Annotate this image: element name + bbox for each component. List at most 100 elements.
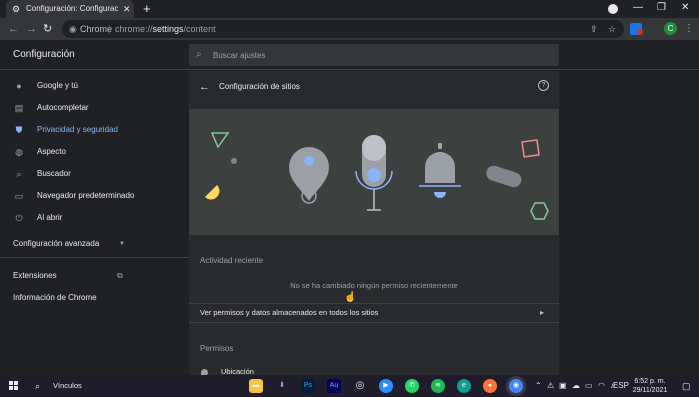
chrome-site-icon: ◉ (69, 24, 77, 34)
windows-taskbar: ⌕ Vínculos ▬ ⬇ Ps Au ◎ ▶ ✆ ≋ e ● ◉ ⌃ ⚠ ▣… (0, 375, 699, 397)
sidebar-item-label: Autocompletar (37, 103, 89, 112)
separator: | (108, 24, 111, 34)
tray-warning-icon[interactable]: ⚠ (547, 380, 554, 392)
sidebar-item-privacy[interactable]: ⛊ Privacidad y seguridad (0, 120, 180, 140)
sidebar-item-about[interactable]: Información de Chrome (13, 292, 97, 304)
tab-settings[interactable]: ⚙ Configuración: Configuración de ✕ (6, 0, 134, 18)
back-nav-icon[interactable]: ← (8, 21, 19, 37)
mouse-cursor-icon: ☝ (344, 292, 357, 303)
back-arrow-icon[interactable]: ← (199, 80, 210, 94)
sidebar-item-label: Navegador predeterminado (37, 191, 135, 200)
tray-app-icon[interactable]: ▣ (559, 380, 567, 392)
search-icon: ⌕ (196, 49, 202, 60)
close-tab-icon[interactable]: ✕ (123, 3, 131, 15)
media-control-icon[interactable] (608, 4, 618, 14)
settings-header: Configuración ⌕ (0, 40, 699, 70)
taskbar-search-text[interactable]: Vínculos (53, 380, 82, 392)
clock-time: 6:52 p. m. (634, 378, 666, 385)
page-title: Configuración (13, 49, 75, 60)
divider (0, 257, 189, 258)
chrome-taskbar-icon[interactable]: ◉ (509, 379, 523, 393)
profile-avatar[interactable]: C (664, 22, 677, 35)
location-permission-label[interactable]: Ubicación (221, 367, 254, 375)
browser-icon: ▭ (14, 191, 24, 201)
clock-date: 29/11/2021 (632, 387, 668, 394)
sidebar-item-advanced[interactable]: Configuración avanzada ▼ (13, 238, 133, 250)
view-permissions-row[interactable]: Ver permisos y datos almacenados en todo… (189, 303, 559, 323)
advanced-label: Configuración avanzada (13, 239, 100, 248)
person-icon: ● (16, 81, 22, 91)
sidebar-item-label: Buscador (37, 169, 71, 178)
gear-icon: ⚙ (12, 4, 21, 14)
triangle-shape (210, 132, 230, 149)
chevron-right-icon: ▸ (540, 308, 545, 317)
square-shape (521, 139, 540, 158)
dot-shape (231, 158, 237, 164)
tray-battery-icon[interactable]: ▭ (585, 380, 593, 392)
search-icon: ⌕ (16, 169, 22, 179)
search-input[interactable] (213, 48, 543, 62)
sidebar-item-autofill[interactable]: ▤ Autocompletar (0, 98, 180, 118)
half-circle-shape (205, 185, 220, 200)
notification-icon[interactable]: ▢ (682, 380, 691, 392)
windows-start-icon[interactable] (9, 381, 19, 391)
bookmark-star-icon[interactable]: ☆ (608, 22, 616, 36)
hexagon-shape (530, 202, 549, 220)
zoom-icon[interactable]: ▶ (379, 379, 393, 393)
autofill-icon: ▤ (14, 103, 24, 113)
photoshop-icon[interactable]: Ps (301, 379, 315, 393)
address-bar[interactable]: ◉ Chrome | chrome://settings/content ⇪ ☆ (62, 20, 624, 38)
panel-header: ← Configuración de sitios ? (189, 71, 559, 109)
menu-kebab-icon[interactable]: ⋮ (684, 22, 694, 36)
new-tab-button[interactable]: + (143, 1, 151, 17)
sidebar-item-on-startup[interactable]: ⏻ Al abrir (0, 208, 180, 228)
audition-icon[interactable]: Au (327, 379, 341, 393)
power-icon: ⏻ (15, 213, 23, 223)
minimize-icon[interactable]: — (633, 2, 643, 14)
spotify-icon[interactable]: ≋ (431, 379, 445, 393)
settings-search[interactable]: ⌕ (189, 44, 559, 66)
url-text[interactable]: chrome://settings/content (115, 23, 216, 35)
pill-shape (486, 165, 522, 188)
tray-chevron-up-icon[interactable]: ⌃ (535, 380, 542, 392)
about-label: Información de Chrome (13, 293, 97, 302)
maximize-icon[interactable]: ❐ (657, 2, 666, 14)
sidebar-item-label: Google y tú (37, 81, 78, 90)
forward-nav-icon[interactable]: → (26, 21, 37, 37)
taskbar-clock[interactable]: 6:52 p. m. 29/11/2021 (630, 377, 670, 395)
help-icon[interactable]: ? (538, 80, 549, 91)
taskbar-search-icon[interactable]: ⌕ (35, 379, 40, 393)
edge-icon[interactable]: e (457, 379, 471, 393)
no-changes-text: No se ha cambiado ningún permiso recient… (290, 281, 458, 290)
tray-language[interactable]: ESP (613, 380, 629, 392)
sidebar-item-appearance[interactable]: ◍ Aspecto (0, 142, 180, 162)
tab-title: Configuración: Configuración de (26, 4, 118, 13)
pin-dot (304, 156, 314, 166)
tray-wifi-icon[interactable]: ◠ (598, 380, 605, 392)
sidebar-item-search-engine[interactable]: ⌕ Buscador (0, 164, 180, 184)
tray-drive-icon[interactable]: ☁ (572, 380, 580, 392)
terminal-icon[interactable]: ⬇ (275, 379, 289, 393)
chevron-down-icon: ▼ (119, 241, 125, 247)
sidebar-item-label: Privacidad y seguridad (37, 125, 118, 134)
whatsapp-icon[interactable]: ✆ (405, 379, 419, 393)
tab-strip: ⚙ Configuración: Configuración de ✕ + — … (0, 0, 699, 18)
close-window-icon[interactable]: ✕ (681, 2, 689, 14)
location-pin-icon (289, 147, 329, 201)
external-link-icon: ⧉ (117, 271, 123, 280)
extension-badge (637, 29, 643, 35)
sidebar-item-label: Al abrir (37, 213, 63, 222)
obs-icon[interactable]: ◎ (353, 379, 367, 393)
file-explorer-icon[interactable]: ▬ (249, 379, 263, 393)
firefox-icon[interactable]: ● (483, 379, 497, 393)
view-permissions-label: Ver permisos y datos almacenados en todo… (200, 308, 379, 317)
browser-toolbar: ← → ↻ ◉ Chrome | chrome://settings/conte… (0, 18, 699, 40)
reload-icon[interactable]: ↻ (43, 21, 52, 37)
share-icon[interactable]: ⇪ (590, 22, 598, 36)
settings-main-panel: ← Configuración de sitios ? Actividad re… (189, 71, 559, 375)
site-settings-illustration (189, 109, 559, 235)
sidebar-item-google[interactable]: ● Google y tú (0, 76, 180, 96)
sidebar-item-extensions[interactable]: Extensiones ⧉ (13, 270, 129, 282)
shield-icon: ⛊ (15, 125, 23, 135)
sidebar-item-default-browser[interactable]: ▭ Navegador predeterminado (0, 186, 180, 206)
